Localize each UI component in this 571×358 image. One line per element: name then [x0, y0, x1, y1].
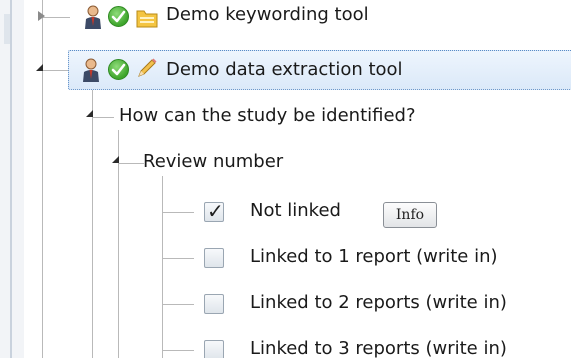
tree-line: [92, 117, 114, 118]
person-icon: [80, 57, 102, 83]
tree-line: [118, 163, 144, 164]
collapse-arrow-icon[interactable]: [112, 156, 119, 163]
gutter-divider: [10, 0, 12, 358]
section-label[interactable]: Review number: [143, 151, 283, 173]
pencil-icon: [136, 57, 158, 79]
checkmark-icon: ✓: [207, 199, 224, 223]
tree-view-panel: Demo keywording tool Demo data extractio…: [0, 0, 571, 358]
checkbox-not-linked[interactable]: ✓: [204, 199, 224, 223]
collapse-arrow-icon[interactable]: [36, 64, 43, 71]
tree-line: [162, 212, 194, 213]
tree-line: [42, 0, 43, 358]
tree-line: [42, 70, 70, 71]
tree-line: [42, 17, 70, 18]
option-label[interactable]: Linked to 1 report (write in): [250, 246, 498, 268]
collapse-arrow-icon[interactable]: [86, 110, 93, 117]
check-icon: [108, 59, 129, 80]
tree-line: [162, 258, 194, 259]
option-label[interactable]: Not linked: [250, 200, 341, 222]
person-icon: [82, 4, 104, 30]
tree-line: [92, 90, 93, 358]
question-label[interactable]: How can the study be identified?: [119, 105, 416, 127]
info-button[interactable]: Info: [383, 202, 437, 228]
checkbox-linked-1[interactable]: [204, 248, 224, 268]
checkbox-linked-3[interactable]: [204, 340, 224, 358]
tree-item-label[interactable]: Demo keywording tool: [166, 4, 369, 26]
tree-line: [162, 176, 163, 358]
tree-line: [162, 350, 194, 351]
left-gutter: [0, 0, 24, 358]
check-icon: [108, 6, 129, 27]
tree-item-label[interactable]: Demo data extraction tool: [166, 59, 403, 81]
checkbox-linked-2[interactable]: [204, 294, 224, 314]
expand-arrow-icon[interactable]: [38, 11, 45, 21]
tree-line: [118, 130, 119, 358]
option-label[interactable]: Linked to 2 reports (write in): [250, 292, 507, 314]
tree-line: [162, 304, 194, 305]
folder-icon: [136, 8, 158, 28]
option-label[interactable]: Linked to 3 reports (write in): [250, 338, 507, 358]
